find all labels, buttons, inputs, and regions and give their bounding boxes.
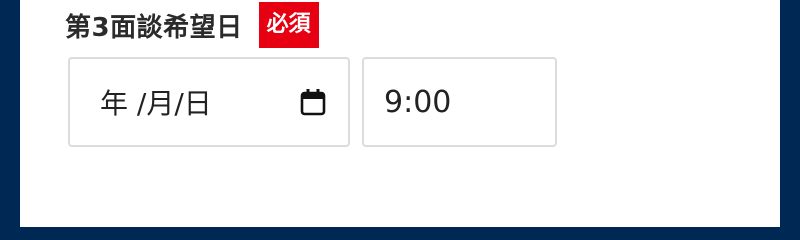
required-badge: 必須 [258,2,319,48]
time-input[interactable]: 9:00 [362,57,557,147]
time-input-value: 9:00 [384,84,452,120]
date-input[interactable]: 年 /月/日 [68,57,350,147]
field-label-row: 第3面談希望日 必須 [65,2,319,48]
field-label: 第3面談希望日 [65,12,243,43]
date-input-placeholder: 年 /月/日 [100,87,212,120]
form-panel: 第3面談希望日 必須 年 /月/日 9:00 [20,0,780,227]
calendar-icon[interactable] [300,88,326,116]
